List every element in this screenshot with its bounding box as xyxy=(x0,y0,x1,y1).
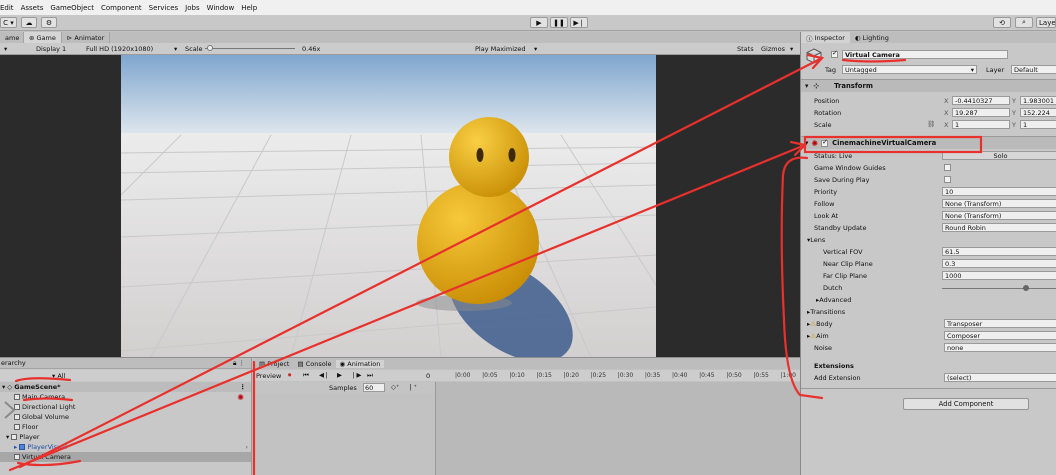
annotation-underline-main-camera xyxy=(22,397,74,402)
annotation-cursor xyxy=(4,401,16,419)
annotation-underline-scene xyxy=(14,377,72,383)
annotation-bracket-settings xyxy=(780,156,824,400)
annotation-layer xyxy=(4,53,983,475)
annotation-arrow-top xyxy=(18,56,824,469)
annotation-arrow-mid xyxy=(8,143,807,472)
annotation-box-cvc xyxy=(803,135,983,154)
annotation-underline-name xyxy=(841,58,907,63)
